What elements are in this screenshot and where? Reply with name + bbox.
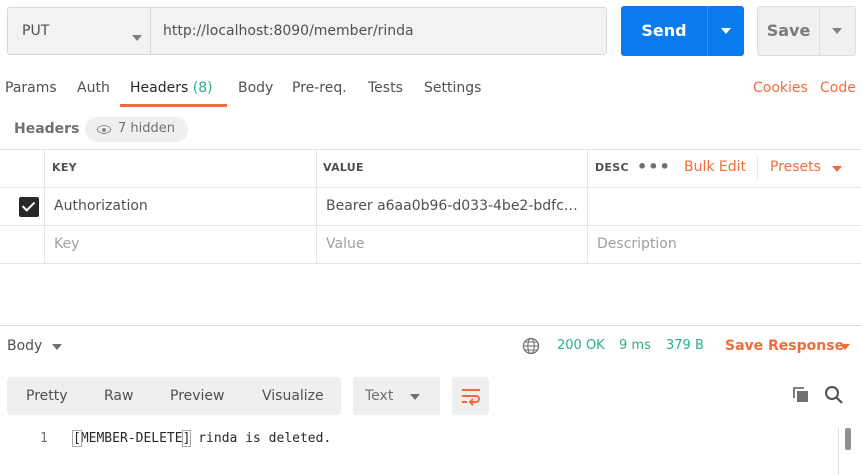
tab-raw[interactable]: Raw [104, 388, 133, 404]
wrap-lines-icon [462, 389, 480, 406]
save-button[interactable]: Save [757, 6, 819, 56]
eye-icon [97, 125, 111, 134]
response-size[interactable]: 379 B [666, 338, 704, 353]
presets-dropdown[interactable]: Presets [770, 159, 821, 175]
save-response-button[interactable]: Save Response [725, 338, 844, 354]
new-value-input[interactable]: Value [326, 236, 364, 252]
table-bottom-border [0, 263, 861, 264]
chevron-down-icon [832, 28, 842, 34]
bracket-open: [ [72, 430, 82, 447]
table-header-border [0, 187, 861, 188]
bulk-edit-link[interactable]: Bulk Edit [684, 159, 746, 175]
copy-icon[interactable] [792, 386, 810, 404]
response-divider [0, 325, 861, 326]
active-tab-indicator [120, 104, 227, 107]
tab-auth[interactable]: Auth [77, 80, 110, 96]
scrollbar-thumb[interactable] [845, 428, 851, 450]
send-button[interactable]: Send [621, 6, 707, 56]
column-header-description: DESC [595, 161, 629, 174]
hidden-headers-toggle[interactable]: 7 hidden [85, 117, 188, 142]
tab-pre-request[interactable]: Pre-req. [292, 80, 347, 96]
code-text: rinda is deleted. [190, 431, 332, 446]
header-value-cell[interactable]: Bearer a6aa0b96-d033-4be2-bdfc-… [326, 198, 582, 214]
table-top-border [0, 149, 861, 150]
url-text: http://localhost:8090/member/rinda [163, 23, 414, 39]
column-header-value: VALUE [323, 161, 364, 174]
format-select[interactable]: Text [353, 377, 440, 415]
view-mode-tabs: Pretty Raw Preview Visualize [7, 377, 341, 415]
column-header-key: KEY [52, 161, 77, 174]
line-number: 1 [40, 431, 48, 446]
response-time[interactable]: 9 ms [619, 338, 651, 353]
tab-body[interactable]: Body [238, 80, 273, 96]
scrollbar-track [838, 428, 839, 475]
url-input[interactable]: http://localhost:8090/member/rinda [150, 7, 607, 55]
method-select[interactable]: PUT [7, 7, 150, 55]
table-row-border [0, 225, 861, 226]
tab-headers[interactable]: Headers (8) [130, 80, 213, 96]
header-key-cell[interactable]: Authorization [54, 198, 309, 214]
search-icon[interactable] [824, 385, 844, 405]
column-divider [587, 149, 588, 263]
column-divider [316, 149, 317, 263]
tab-headers-count: (8) [192, 80, 213, 96]
tab-settings[interactable]: Settings [424, 80, 481, 96]
new-description-input[interactable]: Description [597, 236, 677, 252]
method-label: PUT [22, 23, 50, 39]
code-link[interactable]: Code [820, 80, 856, 96]
chevron-down-icon [52, 344, 62, 350]
save-options-button[interactable] [819, 6, 856, 56]
toolbar-divider [757, 157, 758, 179]
chevron-down-icon [132, 35, 142, 41]
tab-params[interactable]: Params [5, 80, 57, 96]
cookies-link[interactable]: Cookies [753, 80, 808, 96]
column-divider [44, 149, 45, 263]
response-body-dropdown[interactable]: Body [7, 338, 42, 354]
tab-visualize[interactable]: Visualize [262, 388, 324, 404]
send-options-button[interactable] [707, 6, 744, 56]
tab-tests[interactable]: Tests [368, 80, 403, 96]
headers-section-title: Headers [14, 121, 80, 137]
chevron-down-icon [832, 166, 842, 172]
tab-preview[interactable]: Preview [170, 388, 225, 404]
more-options-icon[interactable]: ••• [637, 157, 671, 176]
tab-headers-label: Headers [130, 80, 189, 96]
header-enabled-checkbox[interactable] [19, 197, 39, 217]
chevron-down-icon [840, 344, 850, 350]
code-tag: MEMBER-DELETE [80, 431, 183, 446]
new-key-input[interactable]: Key [54, 236, 79, 252]
response-body-line[interactable]: [MEMBER-DELETE] rinda is deleted. [72, 430, 332, 447]
globe-icon[interactable] [522, 337, 540, 355]
hidden-headers-count: 7 hidden [118, 121, 175, 136]
status-badge[interactable]: 200 OK [557, 338, 605, 353]
wrap-lines-button[interactable] [452, 377, 489, 415]
tab-pretty[interactable]: Pretty [26, 388, 68, 404]
format-label: Text [365, 388, 394, 404]
chevron-down-icon [410, 394, 420, 400]
chevron-down-icon [721, 28, 731, 34]
